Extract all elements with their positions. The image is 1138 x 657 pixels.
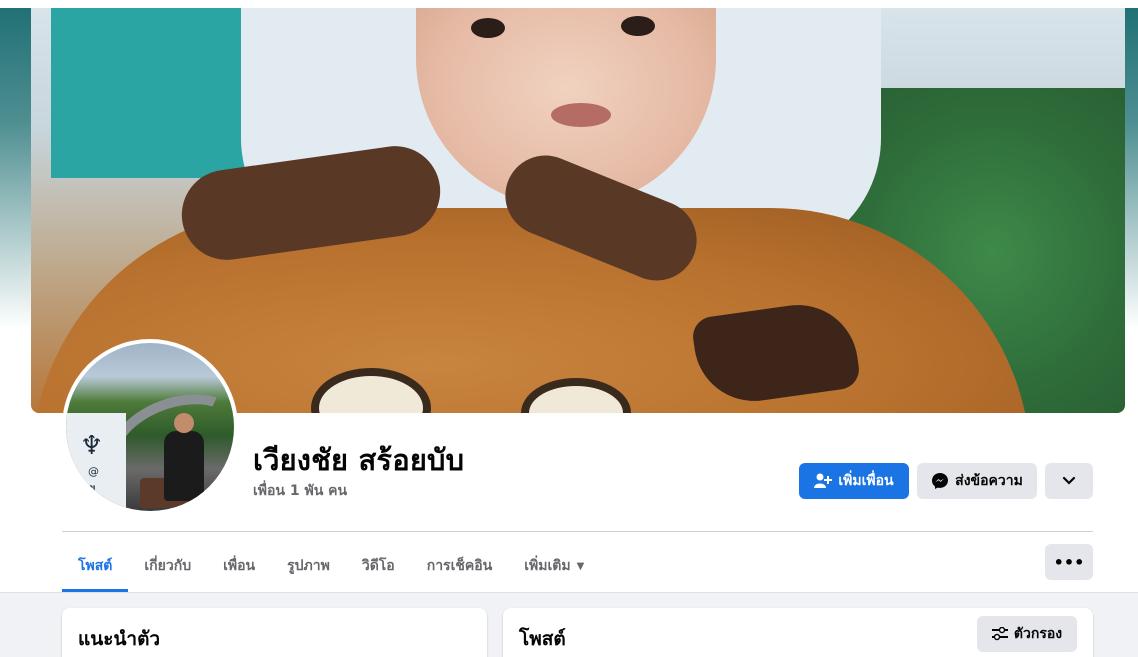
add-friend-label: เพิ่มเพื่อน: [838, 473, 894, 489]
tab-more-label: เพิ่มเติม: [524, 558, 571, 574]
message-button[interactable]: ส่งข้อความ: [917, 463, 1037, 499]
intro-title: แนะนำตัว: [78, 628, 161, 650]
tab-photos-label: รูปภาพ: [287, 558, 330, 574]
avatar-marker-at: @: [88, 465, 99, 478]
tab-photos[interactable]: รูปภาพ: [271, 540, 346, 592]
tab-friends-label: เพื่อน: [223, 558, 256, 574]
message-label: ส่งข้อความ: [955, 473, 1023, 489]
cover-photo-eye: [471, 18, 505, 38]
tab-videos[interactable]: วิดีโอ: [346, 540, 411, 592]
posts-title: โพสต์: [519, 628, 566, 650]
friend-count[interactable]: เพื่อน 1 พัน คน: [253, 480, 347, 502]
profile-page: ♆ @ นเลข เวียงชัย สร้อยบับ เพื่อน 1 พัน …: [0, 0, 1138, 657]
caret-down-icon: ▼: [576, 560, 585, 572]
intro-card: แนะนำตัว: [62, 608, 487, 657]
add-person-icon: [814, 473, 833, 488]
filter-label: ตัวกรอง: [1013, 626, 1063, 642]
tab-about-label: เกี่ยวกับ: [144, 558, 192, 574]
posts-card: โพสต์ ตัวกรอง: [503, 608, 1093, 657]
tab-checkins[interactable]: การเช็คอิน: [411, 540, 509, 592]
cover-photo-bg-teal: [51, 8, 261, 178]
more-options-button[interactable]: [1045, 463, 1093, 499]
cover-photo-eye: [621, 16, 655, 36]
tab-videos-label: วิดีโอ: [361, 558, 395, 574]
tab-more[interactable]: เพิ่มเติม ▼: [508, 540, 600, 592]
tab-checkins-label: การเช็คอิน: [426, 558, 493, 574]
header-divider: [62, 531, 1093, 532]
tab-posts[interactable]: โพสต์: [62, 540, 129, 592]
tabs-overflow-button[interactable]: •••: [1045, 544, 1093, 580]
avatar-person: [164, 413, 204, 501]
avatar-photo: ♆ @ นเลข: [66, 343, 234, 511]
profile-name: เวียงชัย สร้อยบับ: [253, 443, 465, 477]
tab-about[interactable]: เกี่ยวกับ: [128, 540, 207, 592]
tab-friends[interactable]: เพื่อน: [207, 540, 271, 592]
ellipsis-icon: •••: [1053, 552, 1085, 572]
profile-tabs: โพสต์ เกี่ยวกับ เพื่อน รูปภาพ วิดีโอ การ…: [62, 540, 600, 592]
add-friend-button[interactable]: เพิ่มเพื่อน: [799, 463, 909, 499]
avatar[interactable]: ♆ @ นเลข: [62, 339, 238, 515]
avatar-marker-sign: ♆ @ นเลข: [66, 413, 126, 511]
tab-posts-label: โพสต์: [78, 558, 113, 574]
filter-icon: [991, 627, 1008, 641]
messenger-icon: [932, 473, 949, 489]
avatar-marker-text: นเลข: [70, 482, 96, 495]
filter-button[interactable]: ตัวกรอง: [977, 616, 1077, 652]
garuda-icon: ♆: [80, 431, 104, 461]
chevron-down-icon: [1062, 476, 1076, 485]
cover-photo-mouth: [551, 103, 611, 127]
